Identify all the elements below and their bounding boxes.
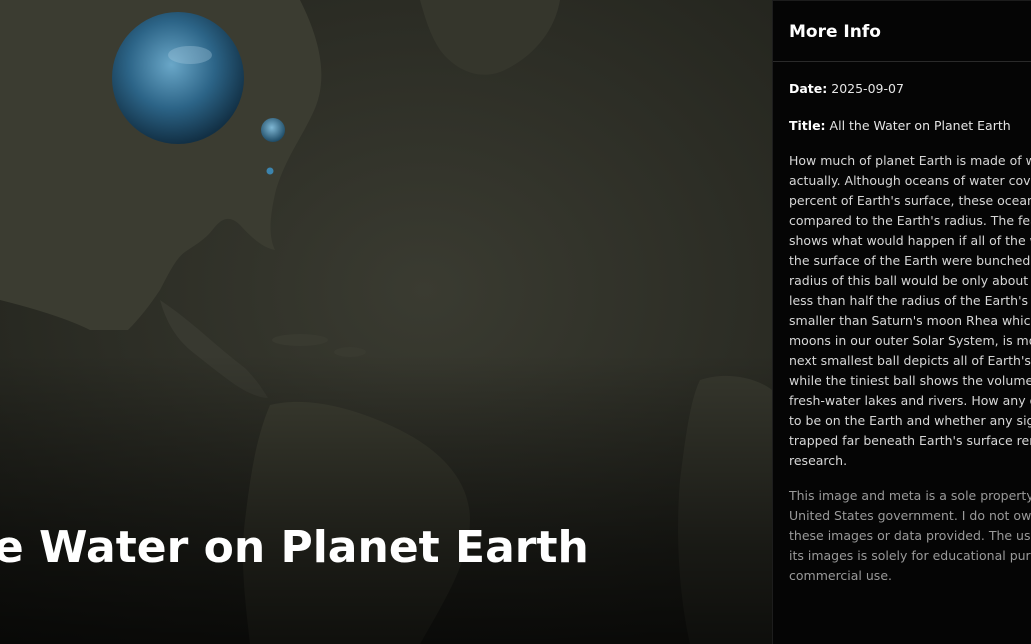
disclaimer-line: This image and meta is a sole property <box>789 488 1031 503</box>
explanation-line: smaller than Saturn's moon Rhea which <box>789 313 1031 328</box>
caribbean-island <box>334 347 366 357</box>
explanation-line: moons in our outer Solar System, is mos <box>789 333 1031 348</box>
disclaimer-line: its images is solely for educational pur… <box>789 548 1031 563</box>
explanation-line: shows what would happen if all of the w <box>789 233 1031 248</box>
panel-body: Date: 2025-09-07 Title: All the Water on… <box>773 79 1031 586</box>
explanation-line: next smallest ball depicts all of Earth'… <box>789 353 1031 368</box>
title-label: Title: <box>789 118 826 133</box>
date-label: Date: <box>789 81 828 96</box>
all-water-sphere <box>112 12 244 144</box>
title-line: Title: All the Water on Planet Earth <box>789 116 1031 136</box>
apod-viewer: All the Water on Planet Earth More Info … <box>0 0 1031 644</box>
explanation-line: percent of Earth's surface, these oceans <box>789 193 1031 208</box>
explanation-line: to be on the Earth and whether any sign <box>789 413 1031 428</box>
caribbean-island <box>272 334 328 346</box>
liquid-fresh-water-sphere <box>261 118 285 142</box>
explanation-line: compared to the Earth's radius. The feat <box>789 213 1031 228</box>
panel-header: More Info <box>773 0 1031 62</box>
hero-image: All the Water on Planet Earth <box>0 0 772 644</box>
explanation-line: research. <box>789 453 848 468</box>
date-value: 2025-09-07 <box>831 81 904 96</box>
panel-heading: More Info <box>789 22 881 42</box>
explanation-line: trapped far beneath Earth's surface rem <box>789 433 1031 448</box>
disclaimer-line: commercial use. <box>789 568 892 583</box>
sphere-highlight <box>168 46 212 64</box>
explanation-line: the surface of the Earth were bunched u <box>789 253 1031 268</box>
hero-title: All the Water on Planet Earth <box>0 522 589 573</box>
date-line: Date: 2025-09-07 <box>789 79 1031 99</box>
more-info-panel: More Info Date: 2025-09-07 Title: All th… <box>772 0 1031 644</box>
copyright-disclaimer: This image and meta is a sole property U… <box>789 486 1031 586</box>
disclaimer-line: United States government. I do not own <box>789 508 1031 523</box>
explanation-text: How much of planet Earth is made of w ac… <box>789 151 1031 471</box>
explanation-line: How much of planet Earth is made of w <box>789 153 1031 168</box>
explanation-line: radius of this ball would be only about … <box>789 273 1031 288</box>
africa-landmass <box>678 375 772 644</box>
lakes-rivers-water-sphere <box>266 167 274 175</box>
explanation-line: less than half the radius of the Earth's… <box>789 293 1031 308</box>
disclaimer-line: these images or data provided. The use <box>789 528 1031 543</box>
explanation-line: while the tiniest ball shows the volume <box>789 373 1031 388</box>
explanation-line: fresh-water lakes and rivers. How any o <box>789 393 1031 408</box>
explanation-line: actually. Although oceans of water cove <box>789 173 1031 188</box>
title-value: All the Water on Planet Earth <box>829 118 1011 133</box>
